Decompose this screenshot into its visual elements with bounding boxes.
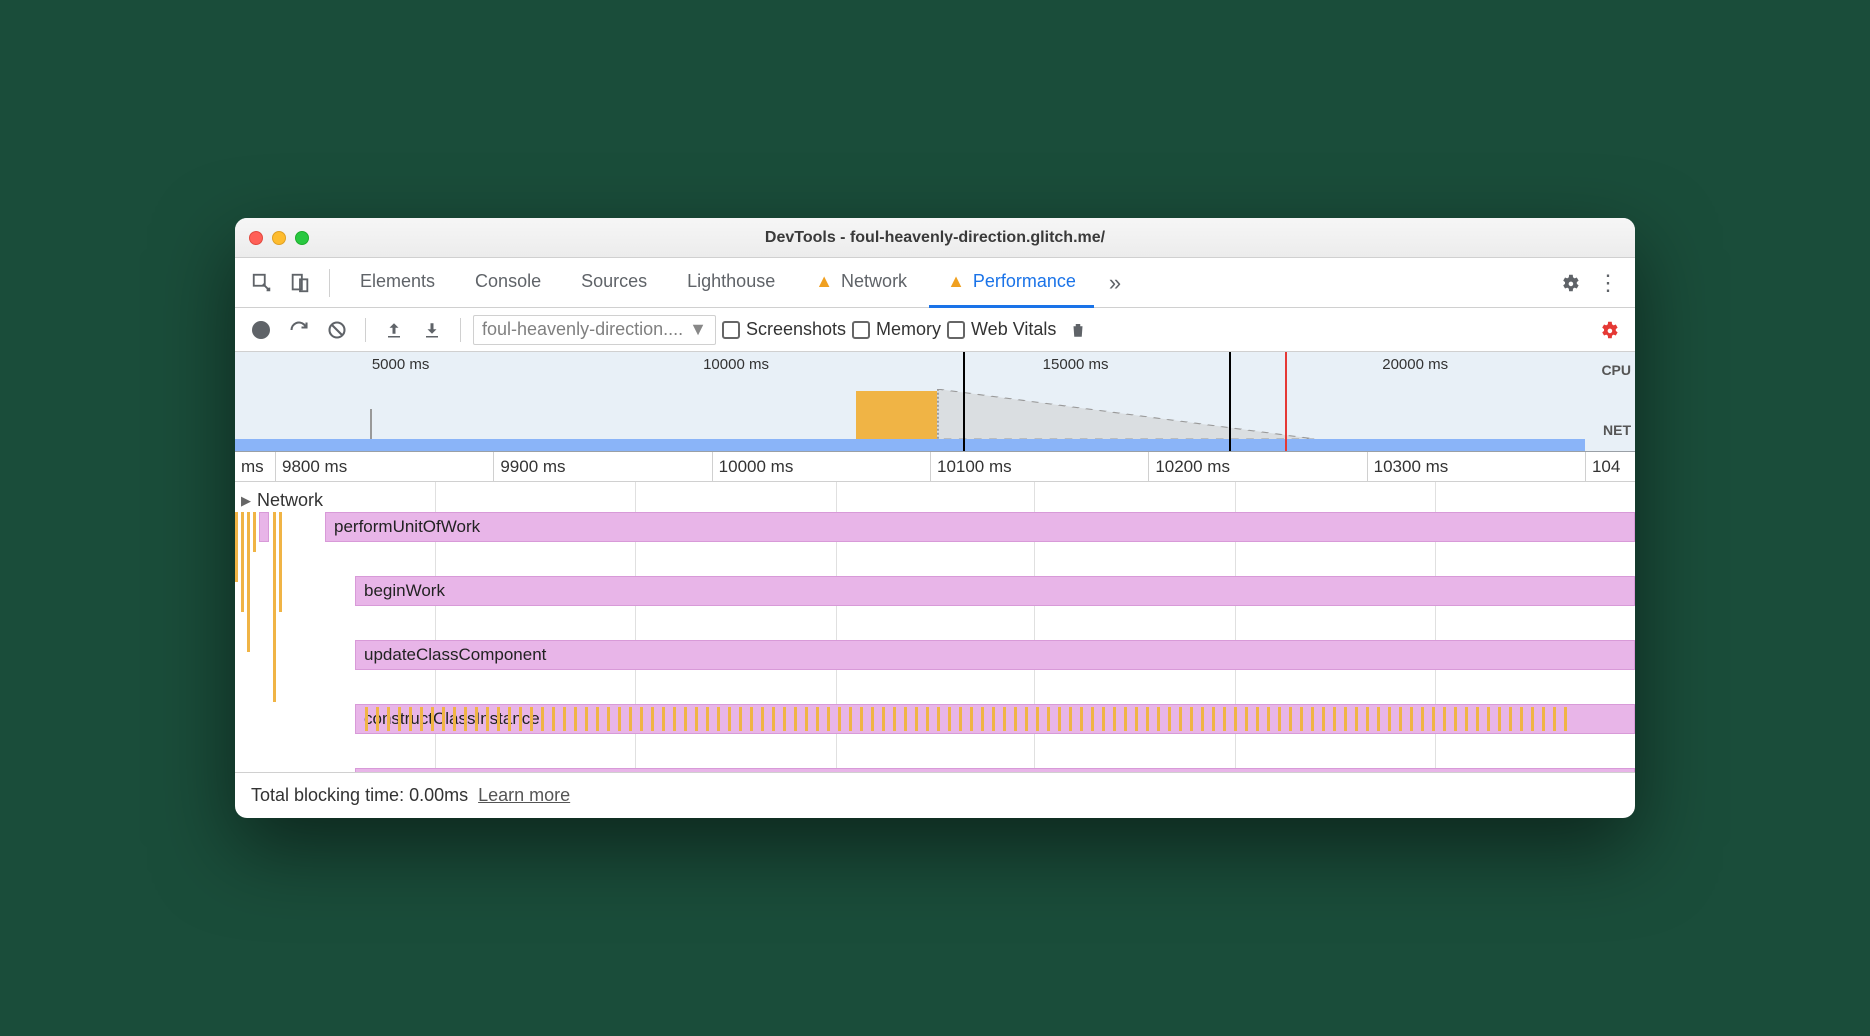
tab-label: Network xyxy=(841,271,907,292)
check-label: Screenshots xyxy=(746,319,846,340)
tab-label: Elements xyxy=(360,271,435,292)
more-tabs-icon[interactable]: » xyxy=(1098,266,1132,300)
selection-marker[interactable] xyxy=(1229,352,1231,451)
ov-tick: 15000 ms xyxy=(1043,356,1109,373)
clear-button[interactable] xyxy=(321,314,353,346)
frame-label: updateClassComponent xyxy=(364,645,546,665)
minimize-icon[interactable] xyxy=(272,231,286,245)
maximize-icon[interactable] xyxy=(295,231,309,245)
flame-chart[interactable]: ▶ Network performUnitOfWork beginWork up… xyxy=(235,482,1635,772)
ruler-tick: 10000 ms xyxy=(719,457,794,477)
tab-network[interactable]: ▲ Network xyxy=(797,258,925,308)
marker-red xyxy=(1285,352,1287,451)
tab-sources[interactable]: Sources xyxy=(563,258,665,308)
chevron-down-icon: ▼ xyxy=(689,319,707,340)
selection-marker[interactable] xyxy=(963,352,965,451)
reload-button[interactable] xyxy=(283,314,315,346)
warning-icon: ▲ xyxy=(815,271,833,292)
tab-label: Performance xyxy=(973,271,1076,292)
ov-tick: 5000 ms xyxy=(372,356,430,373)
webvitals-checkbox[interactable]: Web Vitals xyxy=(947,319,1056,340)
profile-dropdown[interactable]: foul-heavenly-direction.... ▼ xyxy=(473,315,716,345)
frame-bar[interactable]: beginWork xyxy=(355,576,1635,606)
cpu-label: CPU xyxy=(1601,362,1631,378)
overview-timeline[interactable]: 5000 ms 10000 ms 15000 ms 20000 ms CPU N… xyxy=(235,352,1635,452)
titlebar: DevTools - foul-heavenly-direction.glitc… xyxy=(235,218,1635,258)
ruler-tick: 10300 ms xyxy=(1374,457,1449,477)
tab-console[interactable]: Console xyxy=(457,258,559,308)
check-label: Web Vitals xyxy=(971,319,1056,340)
net-strip xyxy=(235,439,1585,451)
close-icon[interactable] xyxy=(249,231,263,245)
dropdown-label: foul-heavenly-direction.... xyxy=(482,319,683,340)
frame-label: performUnitOfWork xyxy=(334,517,480,537)
frame-bar[interactable]: App xyxy=(355,768,1635,772)
ruler-tick: 10200 ms xyxy=(1155,457,1230,477)
tab-performance[interactable]: ▲ Performance xyxy=(929,258,1094,308)
record-button[interactable] xyxy=(245,314,277,346)
ov-tick: 10000 ms xyxy=(703,356,769,373)
check-label: Memory xyxy=(876,319,941,340)
ruler-tick: 9800 ms xyxy=(282,457,347,477)
memory-checkbox[interactable]: Memory xyxy=(852,319,941,340)
tab-lighthouse[interactable]: Lighthouse xyxy=(669,258,793,308)
frame-bar[interactable]: updateClassComponent xyxy=(355,640,1635,670)
tbt-text: Total blocking time: 0.00ms xyxy=(251,785,468,806)
divider xyxy=(329,269,330,297)
time-ruler[interactable]: ms 9800 ms 9900 ms 10000 ms 10100 ms 102… xyxy=(235,452,1635,482)
tab-elements[interactable]: Elements xyxy=(342,258,453,308)
window-title: DevTools - foul-heavenly-direction.glitc… xyxy=(235,229,1635,247)
tab-label: Lighthouse xyxy=(687,271,775,292)
trash-button[interactable] xyxy=(1062,314,1094,346)
ruler-tick: 9900 ms xyxy=(500,457,565,477)
tab-label: Sources xyxy=(581,271,647,292)
ruler-tick: 10100 ms xyxy=(937,457,1012,477)
ov-tick: 20000 ms xyxy=(1382,356,1448,373)
ruler-tick: ms xyxy=(241,457,264,477)
tab-label: Console xyxy=(475,271,541,292)
kebab-menu-icon[interactable]: ⋮ xyxy=(1591,266,1625,300)
frame-label: beginWork xyxy=(364,581,445,601)
micro-tasks xyxy=(365,704,1635,734)
tabs-bar: Elements Console Sources Lighthouse ▲ Net… xyxy=(235,258,1635,308)
device-toggle-icon[interactable] xyxy=(283,266,317,300)
capture-settings-gear-icon[interactable] xyxy=(1593,314,1625,346)
devtools-window: DevTools - foul-heavenly-direction.glitc… xyxy=(235,218,1635,818)
footer-status: Total blocking time: 0.00ms Learn more xyxy=(235,772,1635,818)
select-element-icon[interactable] xyxy=(245,266,279,300)
network-track[interactable]: ▶ Network xyxy=(235,490,1635,511)
disclosure-triangle-icon[interactable]: ▶ xyxy=(241,493,251,509)
settings-gear-icon[interactable] xyxy=(1553,266,1587,300)
cpu-activity xyxy=(235,389,1585,439)
perf-toolbar: foul-heavenly-direction.... ▼ Screenshot… xyxy=(235,308,1635,352)
traffic-lights xyxy=(249,231,309,245)
upload-button[interactable] xyxy=(378,314,410,346)
learn-more-link[interactable]: Learn more xyxy=(478,785,570,806)
ruler-tick: 104 xyxy=(1592,457,1620,477)
network-label: Network xyxy=(257,490,323,511)
warning-icon: ▲ xyxy=(947,271,965,292)
net-label: NET xyxy=(1603,422,1631,438)
download-button[interactable] xyxy=(416,314,448,346)
screenshots-checkbox[interactable]: Screenshots xyxy=(722,319,846,340)
frame-bar[interactable]: performUnitOfWork xyxy=(325,512,1635,542)
